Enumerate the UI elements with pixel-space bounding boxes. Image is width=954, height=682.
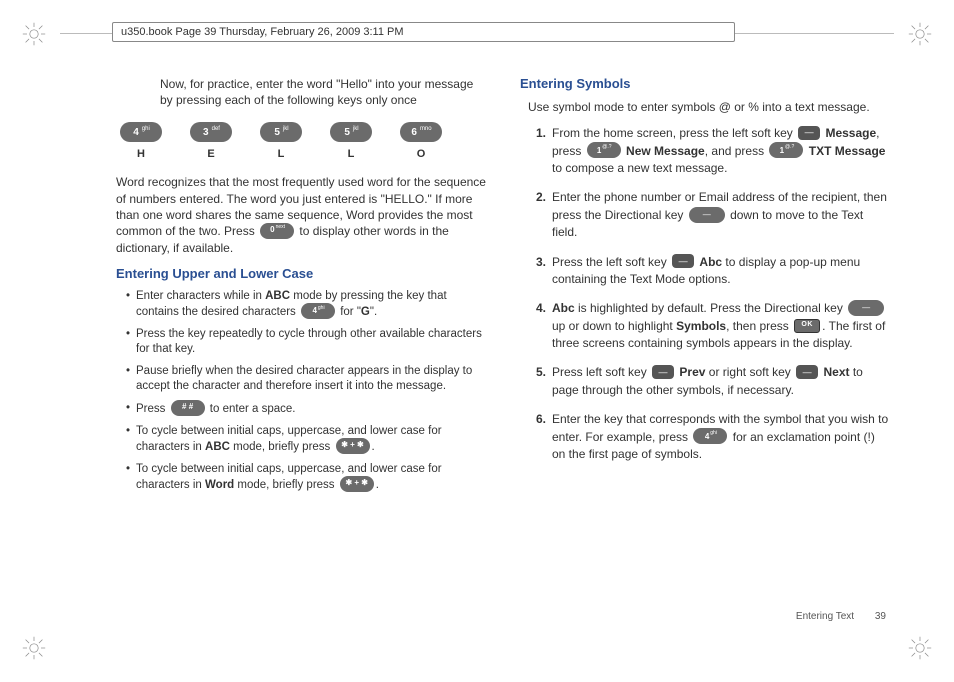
phone-key-5b: 5jkl (330, 122, 372, 142)
symbol-steps: 1. From the home screen, press the left … (526, 125, 890, 463)
phone-key-4-icon: 4ghi (301, 303, 335, 319)
step-5: 5. Press left soft key — Prev or right s… (526, 364, 890, 399)
intro-text: Now, for practice, enter the word "Hello… (160, 76, 486, 108)
step-4: 4. Abc is highlighted by default. Press … (526, 300, 890, 352)
phone-key-4-icon-2: 4ghi (693, 428, 727, 444)
directional-key-icon: — (689, 207, 725, 223)
letter-row: H E L L O (120, 148, 486, 160)
case-bullets: Enter characters while in ABC mode by pr… (126, 289, 486, 493)
right-column: Entering Symbols Use symbol mode to ente… (520, 76, 890, 500)
letter-o: O (400, 148, 442, 160)
letter-l2: L (330, 148, 372, 160)
phone-key-5a: 5jkl (260, 122, 302, 142)
step-3: 3. Press the left soft key — Abc to disp… (526, 254, 890, 289)
content-columns: Now, for practice, enter the word "Hello… (108, 76, 890, 500)
phone-key-3: 3def (190, 122, 232, 142)
phone-key-hash-icon: # # (171, 400, 205, 416)
directional-key-icon-2: — (848, 300, 884, 316)
step-6: 6. Enter the key that corresponds with t… (526, 411, 890, 463)
word-paragraph: Word recognizes that the most frequently… (116, 174, 486, 256)
phone-key-4: 4ghi (120, 122, 162, 142)
soft-key-icon-2: — (672, 254, 694, 268)
heading-symbols: Entering Symbols (520, 76, 890, 91)
phone-key-1-icon-2: 1@.? (769, 142, 803, 158)
page-header: u350.book Page 39 Thursday, February 26,… (112, 22, 735, 42)
ok-key-icon: OK (794, 319, 820, 333)
corner-ornament-br (904, 632, 936, 664)
step-1: 1. From the home screen, press the left … (526, 125, 890, 177)
soft-key-icon-3: — (652, 365, 674, 379)
phone-key-6: 6mno (400, 122, 442, 142)
corner-ornament-tr (904, 18, 936, 50)
soft-key-icon: — (798, 126, 820, 140)
symbols-intro: Use symbol mode to enter symbols @ or % … (528, 99, 890, 115)
phone-key-star-icon-2: ✱ + ✱ (340, 476, 374, 492)
corner-ornament-tl (18, 18, 50, 50)
key-row: 4ghi 3def 5jkl 5jkl 6mno (120, 122, 486, 142)
section-name: Entering Text (796, 611, 854, 622)
phone-key-1-icon: 1@.? (587, 142, 621, 158)
corner-ornament-bl (18, 632, 50, 664)
step-2: 2. Enter the phone number or Email addre… (526, 189, 890, 241)
bullet-6: To cycle between initial caps, uppercase… (126, 462, 486, 493)
letter-h: H (120, 148, 162, 160)
page-number: 39 (875, 611, 886, 622)
letter-e: E (190, 148, 232, 160)
bullet-3: Pause briefly when the desired character… (126, 364, 486, 394)
soft-key-icon-4: — (796, 365, 818, 379)
bullet-1: Enter characters while in ABC mode by pr… (126, 289, 486, 320)
bullet-2: Press the key repeatedly to cycle throug… (126, 327, 486, 357)
phone-key-0-icon: 0next (260, 223, 294, 239)
heading-case: Entering Upper and Lower Case (116, 266, 486, 281)
bullet-5: To cycle between initial caps, uppercase… (126, 424, 486, 455)
letter-l1: L (260, 148, 302, 160)
left-column: Now, for practice, enter the word "Hello… (108, 76, 486, 500)
page-footer: Entering Text 39 (796, 611, 886, 622)
bullet-4: Press # # to enter a space. (126, 401, 486, 417)
phone-key-star-icon: ✱ + ✱ (336, 438, 370, 454)
